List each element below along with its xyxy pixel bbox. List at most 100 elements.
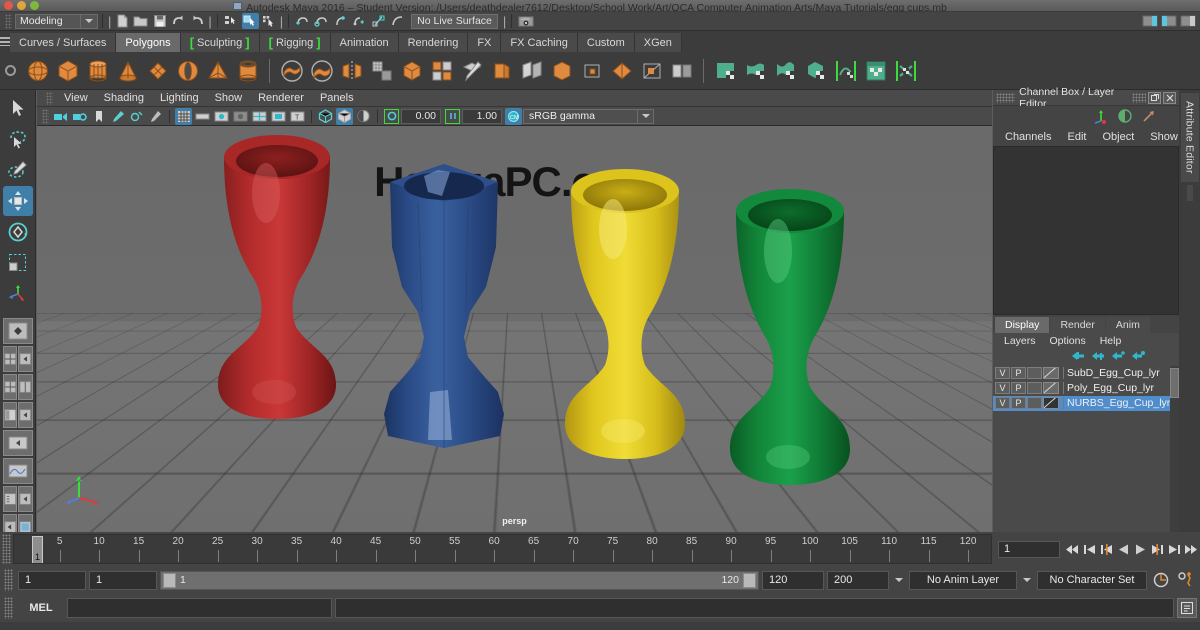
uv-optimize-icon[interactable] [892,57,919,84]
poly-triangulate-icon[interactable] [638,57,665,84]
script-editor-icon[interactable] [1177,598,1197,618]
move-layer-down-icon[interactable] [1091,350,1105,365]
persp-outliner-layout-icon[interactable] [2,486,17,512]
uv-automatic-icon[interactable] [802,57,829,84]
character-set-dropdown-arrow[interactable] [1020,571,1034,590]
camera-attributes-icon[interactable] [71,108,88,125]
time-slider-gripper[interactable] [2,534,11,564]
undock-icon[interactable] [1148,91,1161,104]
step-back-frame-icon[interactable] [1098,539,1115,559]
dock-gripper-right[interactable] [1132,92,1146,103]
show-hide-channel-box-icon[interactable] [1179,13,1196,29]
snap-to-projected-center-icon[interactable] [351,13,368,29]
viewport-menu-panels[interactable]: Panels [312,90,362,107]
poly-plane-icon[interactable] [144,57,171,84]
layer-playback-toggle[interactable]: P [1011,382,1026,394]
egg-cup-green[interactable] [712,177,867,507]
select-by-object-icon[interactable] [241,13,259,29]
poly-cube-icon[interactable] [54,57,81,84]
save-scene-icon[interactable] [151,13,168,29]
live-surface-field[interactable]: No Live Surface [411,13,498,29]
layer-tab-anim[interactable]: Anim [1105,316,1150,333]
texture-icon[interactable]: T [289,108,306,125]
open-scene-icon[interactable] [132,13,149,29]
shelf-options-button[interactable] [0,52,20,90]
layer-playback-toggle[interactable]: P [1011,367,1026,379]
shelf-gripper[interactable] [0,31,10,52]
uv-planar-icon[interactable] [712,57,739,84]
tab-attribute-editor[interactable]: Attribute Editor [1180,93,1199,182]
step-forward-keyframe-icon[interactable] [1166,539,1183,559]
step-forward-frame-icon[interactable] [1149,539,1166,559]
time-slider-track[interactable]: 1 5 10 15 20 25 30 35 40 45 50 55 60 65 70 75 80 85 90 95 1… [13,534,992,564]
rotate-tool-icon[interactable] [3,217,33,247]
bookmark-icon[interactable] [90,108,107,125]
persp-graph-layout-icon[interactable] [18,374,33,400]
range-slider-left-handle[interactable] [163,572,176,588]
poly-sphere-icon[interactable] [24,57,51,84]
minimize-window-button[interactable] [17,1,26,10]
four-view-layout-icon[interactable] [2,346,17,372]
layer-tab-display[interactable]: Display [995,316,1050,333]
layer-color-swatch[interactable] [1043,367,1059,379]
shelf-tab-rendering[interactable]: Rendering [398,33,469,52]
layer-visibility-toggle[interactable]: V [995,367,1010,379]
layer-color-swatch[interactable] [1043,382,1059,394]
range-slider-gripper[interactable] [4,569,13,591]
close-window-button[interactable] [4,1,13,10]
command-line-gripper[interactable] [4,597,13,619]
make-live-icon[interactable] [389,13,406,29]
zoom-window-button[interactable] [30,1,39,10]
range-end-time-field[interactable]: 120 [762,570,824,590]
scale-tool-icon[interactable] [3,248,33,278]
channel-box-menu-edit[interactable]: Edit [1059,131,1094,143]
two-sided-lighting-icon[interactable] [128,108,145,125]
layer-color-swatch[interactable] [1043,397,1059,409]
uv-cylindrical-icon[interactable] [742,57,769,84]
shelf-tab-fx[interactable]: FX [468,33,502,52]
current-frame-field[interactable]: 1 [998,540,1060,558]
shelf-tab-fx-caching[interactable]: FX Caching [501,33,578,52]
layer-playback-toggle[interactable]: P [1011,397,1026,409]
arrow-up-right-icon[interactable] [1141,108,1157,127]
poly-cylinder-icon[interactable] [84,57,111,84]
poly-pyramid-icon[interactable] [204,57,231,84]
shading-sphere-icon[interactable] [1117,108,1133,127]
single-perspective-layout-icon[interactable] [2,318,33,344]
shelf-tab-sculpting[interactable]: [ Sculpting ] [180,33,260,52]
poly-multicut-icon[interactable] [428,57,455,84]
hardware-texturing-icon[interactable] [355,108,372,125]
new-scene-icon[interactable] [113,13,130,29]
uv-spherical-icon[interactable] [772,57,799,84]
poly-quadrangulate-icon[interactable] [668,57,695,84]
uv-editor-icon[interactable] [862,57,889,84]
shelf-tab-animation[interactable]: Animation [330,33,399,52]
xray-icon[interactable] [270,108,287,125]
time-slider-playhead[interactable]: 1 [32,536,43,563]
layer-menu-options[interactable]: Options [1043,335,1093,347]
gate-mask-icon[interactable] [232,108,249,125]
menu-set-dropdown-arrow[interactable] [81,13,98,29]
poly-reduce-icon[interactable] [608,57,635,84]
layer-state-toggle[interactable] [1027,397,1042,409]
move-tool-icon[interactable] [2,186,33,216]
redo-icon[interactable] [189,13,206,29]
last-tool-used-icon[interactable] [3,279,33,309]
snap-to-curve-icon[interactable] [313,13,330,29]
play-forwards-icon[interactable] [1132,539,1149,559]
select-tool-icon[interactable] [3,93,33,123]
go-to-start-icon[interactable] [1064,539,1081,559]
lasso-select-tool-icon[interactable] [3,124,33,154]
viewport-menu-view[interactable]: View [56,90,96,107]
auto-keyframe-icon[interactable] [1150,569,1172,591]
shadows-icon[interactable] [147,108,164,125]
layer-menu-help[interactable]: Help [1093,335,1129,347]
layer-row-subd[interactable]: V P SubD_Egg_Cup_lyr [993,366,1179,381]
two-panes-side-layout-icon[interactable] [18,346,33,372]
viewport-menu-show[interactable]: Show [207,90,251,107]
poly-mirror-icon[interactable] [338,57,365,84]
resolution-gate-icon[interactable] [213,108,230,125]
viewport-menu-shading[interactable]: Shading [96,90,152,107]
snap-to-view-plane-icon[interactable] [370,13,387,29]
command-input-field[interactable] [67,598,332,618]
